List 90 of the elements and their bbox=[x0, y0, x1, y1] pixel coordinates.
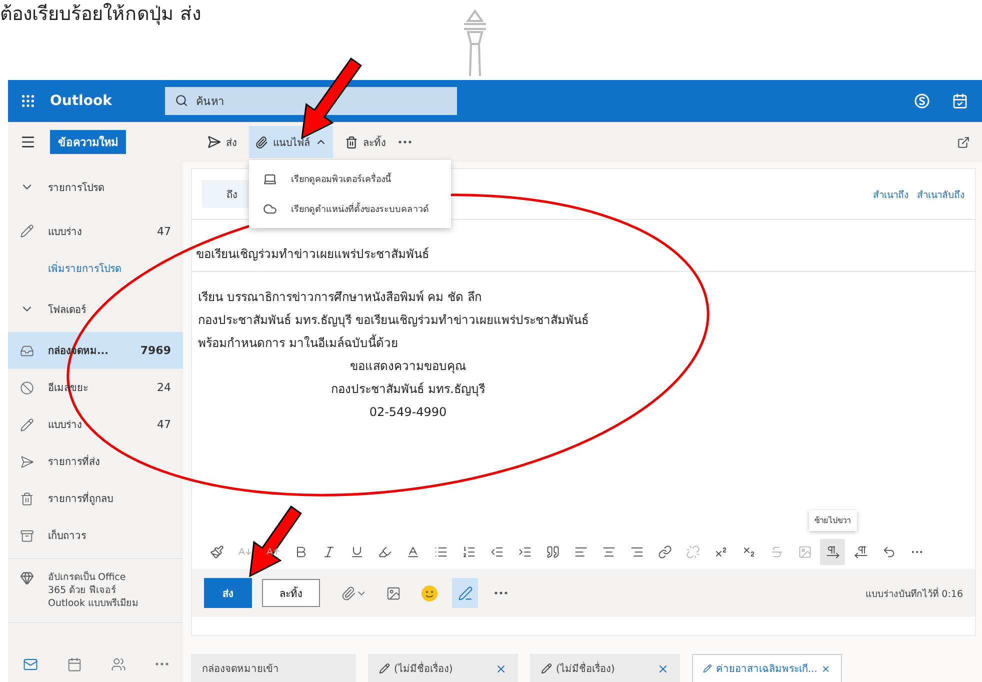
diamond-icon bbox=[20, 571, 34, 585]
italic-icon bbox=[322, 545, 336, 559]
signature-text: ขอแสดงความขอบคุณ bbox=[350, 359, 466, 373]
trash-icon bbox=[345, 136, 358, 148]
app-launcher-icon[interactable] bbox=[20, 93, 36, 109]
highlighter-icon bbox=[378, 545, 392, 559]
signature-text: กองประชาสัมพันธ์ มทร.ธัญบุรี bbox=[331, 382, 485, 396]
editor-pen-icon bbox=[458, 586, 472, 600]
superscript-icon bbox=[714, 545, 728, 559]
pencil-icon bbox=[379, 663, 390, 674]
mail-icon bbox=[22, 656, 38, 672]
more-icon[interactable] bbox=[494, 591, 508, 595]
more-icon[interactable] bbox=[398, 140, 412, 144]
people-icon bbox=[110, 656, 126, 672]
cc-link[interactable]: สำเนาถึง bbox=[873, 186, 909, 202]
add-favorite-link[interactable]: เพิ่มรายการโปรด bbox=[48, 260, 171, 276]
close-icon[interactable] bbox=[657, 662, 669, 674]
subscript-icon bbox=[742, 545, 756, 559]
pencil-icon bbox=[20, 418, 34, 432]
pop-out-icon[interactable] bbox=[957, 136, 970, 148]
search-icon bbox=[175, 94, 188, 107]
body-text: เรียน บรรณาธิการข่าวการศึกษาหนังสือพิมพ์ คม ชัด ลึก bbox=[198, 290, 482, 304]
bcc-link[interactable]: สำเนาลับถึง bbox=[917, 186, 965, 202]
paintbrush-icon bbox=[210, 545, 224, 559]
tooltip: ซ้ายไปขวา bbox=[808, 510, 856, 531]
folder-item[interactable]: เก็บถาวร bbox=[8, 517, 183, 554]
underline-icon bbox=[350, 545, 364, 559]
undo-icon bbox=[882, 545, 896, 559]
section-label[interactable]: โฟลเดอร์ bbox=[48, 302, 171, 316]
cloud-icon bbox=[263, 202, 277, 216]
upgrade-text[interactable]: อัปเกรดเป็น Office 365 ด้วย ฟีเจอร์ Outlook แบบพรีเมียม bbox=[48, 571, 138, 610]
app-name: Outlook bbox=[50, 93, 113, 109]
pencil-icon bbox=[20, 224, 34, 238]
window-tab[interactable]: (ไม่มีชื่อเรื่อง) bbox=[368, 654, 518, 682]
discard-button[interactable]: ละทิ้ง bbox=[262, 579, 320, 607]
window-tab[interactable]: (ไม่มีชื่อเรื่อง) bbox=[530, 654, 680, 682]
font-color-icon bbox=[406, 545, 420, 559]
section-label[interactable]: รายการโปรด bbox=[48, 180, 171, 194]
discard-button[interactable]: ละทิ้ง bbox=[339, 126, 392, 158]
caption-text: ต้องเรียบร้อยให้กดปุ่ม ส่ง bbox=[0, 2, 202, 27]
signature-text: 02-549-4990 bbox=[369, 405, 447, 419]
quote-icon bbox=[546, 545, 560, 559]
align-center-icon bbox=[602, 545, 616, 559]
laptop-icon bbox=[263, 172, 277, 186]
image-icon bbox=[798, 545, 812, 559]
close-icon[interactable] bbox=[495, 662, 507, 674]
draft-status: แบบร่างบันทึกไว้ที่ 0:16 bbox=[866, 586, 963, 600]
calendar-check-icon[interactable] bbox=[952, 93, 968, 109]
body-text: พร้อมกำหนดการ มาในอีเมล์ฉบับนี้ด้วย bbox=[198, 336, 398, 350]
pencil-icon bbox=[541, 663, 552, 674]
archive-icon bbox=[20, 528, 34, 542]
strikethrough-icon bbox=[770, 545, 784, 559]
link-icon bbox=[658, 545, 672, 559]
inbox-icon bbox=[20, 344, 34, 358]
subject-field[interactable]: ขอเรียนเชิญร่วมทำข่าวเผยแพร่ประชาสัมพันธ์ bbox=[196, 244, 429, 263]
smiley-icon bbox=[420, 584, 438, 602]
calendar-icon bbox=[66, 656, 82, 672]
numbered-list-icon bbox=[462, 545, 476, 559]
outdent-icon bbox=[490, 545, 504, 559]
menu-icon[interactable] bbox=[20, 134, 36, 150]
more-icon[interactable] bbox=[154, 662, 168, 666]
window-tab[interactable]: ค่ายอาสาเฉลิมพระเกี... bbox=[692, 654, 842, 682]
send-icon bbox=[207, 135, 221, 149]
indent-icon bbox=[518, 545, 532, 559]
paperclip-icon bbox=[341, 586, 356, 600]
send-icon bbox=[20, 454, 34, 468]
pencil-icon bbox=[703, 663, 712, 674]
body-text: กองประชาสัมพันธ์ มทร.ธัญบุรี ขอเรียนเชิญร่วมทำข่าวเผยแพร่ประชาสัมพันธ์ bbox=[198, 313, 588, 327]
folder-item[interactable]: รายการที่ส่ง bbox=[8, 443, 183, 480]
blocked-icon bbox=[20, 380, 34, 394]
window-tab[interactable]: กล่องจดหมายเข้า bbox=[191, 654, 356, 682]
align-right-icon bbox=[630, 545, 644, 559]
new-message-button[interactable]: ข้อความใหม่ bbox=[50, 130, 126, 154]
attach-button[interactable]: แนบไฟล์ bbox=[249, 126, 333, 158]
pilcrow-right-icon bbox=[826, 545, 840, 559]
folder-item[interactable]: รายการที่ถูกลบ bbox=[8, 480, 183, 517]
paperclip-icon bbox=[255, 136, 268, 148]
send-button[interactable]: ส่ง bbox=[201, 126, 243, 158]
circled-s-icon[interactable] bbox=[914, 93, 930, 109]
pilcrow-left-icon bbox=[854, 545, 868, 559]
compose-tool-button[interactable] bbox=[452, 578, 478, 608]
search-field[interactable]: ค้นหา bbox=[165, 87, 457, 115]
image-icon bbox=[386, 586, 400, 600]
align-left-icon bbox=[574, 545, 588, 559]
folder-item[interactable]: แบบร่าง 47 bbox=[8, 406, 183, 443]
send-button[interactable]: ส่ง bbox=[204, 578, 252, 608]
annotation-arrow bbox=[249, 506, 302, 578]
unlink-icon bbox=[686, 545, 700, 559]
folder-item[interactable]: แบบร่าง 47 bbox=[8, 212, 183, 250]
trash-icon bbox=[20, 492, 34, 506]
